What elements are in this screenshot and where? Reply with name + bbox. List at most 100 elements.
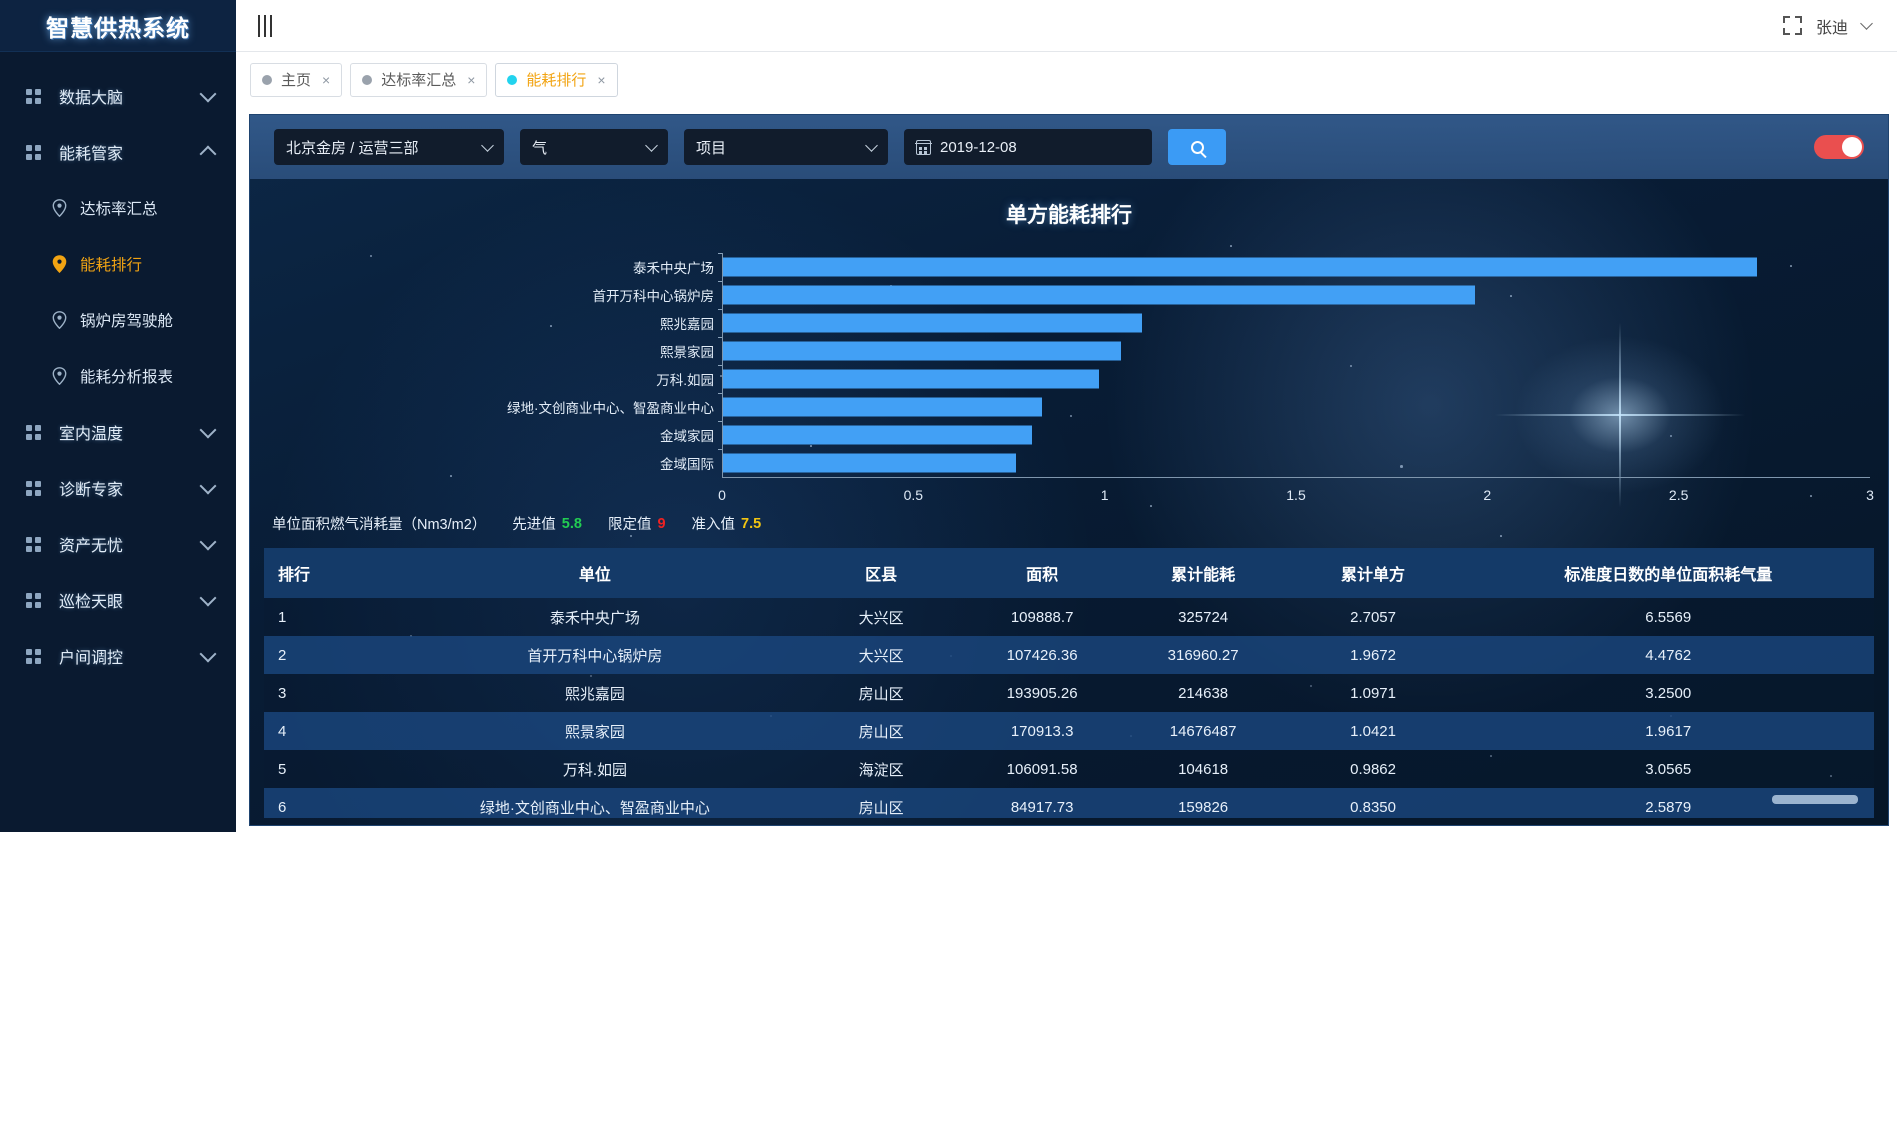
sidebar-item-label: 锅炉房驾驶舱 <box>80 309 173 331</box>
chart-x-axis <box>722 477 1870 478</box>
chart-category-label: 熙兆嘉园 <box>250 313 722 333</box>
chevron-down-icon <box>200 645 217 662</box>
cell-rank: 5 <box>264 750 389 788</box>
calendar-icon <box>916 140 931 155</box>
grid-icon <box>26 593 41 608</box>
menu-collapse-icon[interactable] <box>258 15 272 37</box>
close-icon[interactable]: × <box>322 72 330 88</box>
sidebar-item-boiler-cockpit[interactable]: 锅炉房驾驶舱 <box>0 292 236 348</box>
legend-limit-value: 9 <box>657 516 665 532</box>
tab-label: 主页 <box>281 69 311 90</box>
search-button[interactable] <box>1168 129 1226 165</box>
date-picker[interactable]: 2019-12-08 <box>904 129 1152 165</box>
close-icon[interactable]: × <box>467 72 475 88</box>
cell-unit: 万科.如园 <box>389 750 800 788</box>
cell-area: 170913.3 <box>962 712 1123 750</box>
sidebar-item-energy-report[interactable]: 能耗分析报表 <box>0 348 236 404</box>
tab-home[interactable]: 主页 × <box>250 63 342 97</box>
cell-cumulative-unit: 2.7057 <box>1284 598 1463 636</box>
table-row[interactable]: 4熙景家园房山区170913.3146764871.04211.9617 <box>264 712 1874 750</box>
table-row[interactable]: 5万科.如园海淀区106091.581046180.98623.0565 <box>264 750 1874 788</box>
sidebar-item-diagnosis-expert[interactable]: 诊断专家 <box>0 460 236 516</box>
sidebar-item-inspection-eye[interactable]: 巡检天眼 <box>0 572 236 628</box>
org-select[interactable]: 北京金房 / 运营三部 <box>274 129 504 165</box>
chart-category-label: 首开万科中心锅炉房 <box>250 285 722 305</box>
tab-status-dot <box>362 75 372 85</box>
cell-rank: 4 <box>264 712 389 750</box>
user-name[interactable]: 张迪 <box>1816 14 1848 38</box>
close-icon[interactable]: × <box>597 72 605 88</box>
topbar-right: 张迪 <box>1783 14 1871 38</box>
chart-y-axis <box>722 253 723 477</box>
cell-standard-degree-day: 3.2500 <box>1463 674 1875 712</box>
sidebar-item-label: 资产无忧 <box>59 532 202 556</box>
fullscreen-icon[interactable] <box>1783 16 1802 35</box>
sidebar-item-label: 数据大脑 <box>59 84 202 108</box>
table-row[interactable]: 6绿地·文创商业中心、智盈商业中心房山区84917.731598260.8350… <box>264 788 1874 818</box>
project-select[interactable]: 项目 <box>684 129 888 165</box>
legend-metric-label: 单位面积燃气消耗量（Nm3/m2） <box>272 513 486 534</box>
filter-bar: 北京金房 / 运营三部 气 项目 2019-12-08 <box>250 115 1888 179</box>
location-pin-icon <box>52 255 67 273</box>
grid-icon <box>26 425 41 440</box>
tab-compliance-summary[interactable]: 达标率汇总 × <box>350 63 487 97</box>
cell-standard-degree-day: 1.9617 <box>1463 712 1875 750</box>
th-rank: 排行 <box>264 548 389 598</box>
sidebar-item-label: 能耗分析报表 <box>80 365 173 387</box>
cell-cumulative-unit: 1.9672 <box>1284 636 1463 674</box>
location-pin-icon <box>52 199 67 217</box>
chart-category-label: 金域家园 <box>250 425 722 445</box>
sidebar-item-energy-manager[interactable]: 能耗管家 <box>0 124 236 180</box>
chart-bar <box>722 286 1475 305</box>
search-icon <box>1191 141 1204 154</box>
tab-energy-ranking[interactable]: 能耗排行 × <box>495 63 617 97</box>
th-cumulative-unit: 累计单方 <box>1284 548 1463 598</box>
energy-type-select[interactable]: 气 <box>520 129 668 165</box>
chart-x-tick-label: 0 <box>718 487 726 503</box>
view-toggle-switch[interactable] <box>1814 135 1864 159</box>
chevron-down-icon <box>200 85 217 102</box>
tab-status-dot <box>262 75 272 85</box>
chevron-down-icon <box>200 533 217 550</box>
sidebar-item-asset-care[interactable]: 资产无忧 <box>0 516 236 572</box>
cell-cumulative-unit: 0.9862 <box>1284 750 1463 788</box>
legend-entry-value: 7.5 <box>741 516 761 532</box>
cell-area: 109888.7 <box>962 598 1123 636</box>
app-root: 智慧供热系统 数据大脑 能耗管家 达标率汇总 <box>0 0 1897 1131</box>
chart-legend: 单位面积燃气消耗量（Nm3/m2） 先进值 5.8 限定值 9 准入值 7.5 <box>250 513 1888 534</box>
sidebar-item-data-brain[interactable]: 数据大脑 <box>0 68 236 124</box>
cell-district: 海淀区 <box>801 750 962 788</box>
table-row[interactable]: 2首开万科中心锅炉房大兴区107426.36316960.271.96724.4… <box>264 636 1874 674</box>
cell-unit: 首开万科中心锅炉房 <box>389 636 800 674</box>
chevron-down-icon[interactable] <box>1860 17 1873 30</box>
cell-area: 106091.58 <box>962 750 1123 788</box>
location-pin-icon <box>52 311 67 329</box>
cell-district: 房山区 <box>801 712 962 750</box>
cell-cumulative-energy: 104618 <box>1123 750 1284 788</box>
chevron-up-icon <box>200 146 217 163</box>
table-row[interactable]: 1泰禾中央广场大兴区109888.73257242.70576.5569 <box>264 598 1874 636</box>
sidebar-item-energy-ranking[interactable]: 能耗排行 <box>0 236 236 292</box>
cell-rank: 6 <box>264 788 389 818</box>
cell-district: 房山区 <box>801 674 962 712</box>
chevron-down-icon <box>481 139 494 152</box>
chart-x-tick-label: 2.5 <box>1669 487 1688 503</box>
table-row[interactable]: 3熙兆嘉园房山区193905.262146381.09713.2500 <box>264 674 1874 712</box>
cell-unit: 绿地·文创商业中心、智盈商业中心 <box>389 788 800 818</box>
chart-category-label: 万科.如园 <box>250 369 722 389</box>
cell-unit: 熙兆嘉园 <box>389 674 800 712</box>
chart-category-label: 泰禾中央广场 <box>250 257 722 277</box>
sidebar-item-room-control[interactable]: 户间调控 <box>0 628 236 684</box>
sidebar-item-indoor-temperature[interactable]: 室内温度 <box>0 404 236 460</box>
tab-bar: 主页 × 达标率汇总 × 能耗排行 × <box>236 53 1897 106</box>
cell-cumulative-unit: 0.8350 <box>1284 788 1463 818</box>
cell-area: 107426.36 <box>962 636 1123 674</box>
chart-category-label: 熙景家园 <box>250 341 722 361</box>
cell-rank: 1 <box>264 598 389 636</box>
cell-area: 84917.73 <box>962 788 1123 818</box>
tab-label: 达标率汇总 <box>381 69 456 90</box>
sidebar-item-compliance-summary[interactable]: 达标率汇总 <box>0 180 236 236</box>
table-scrollbar[interactable] <box>1772 795 1858 804</box>
chevron-down-icon <box>200 421 217 438</box>
cell-cumulative-energy: 14676487 <box>1123 712 1284 750</box>
